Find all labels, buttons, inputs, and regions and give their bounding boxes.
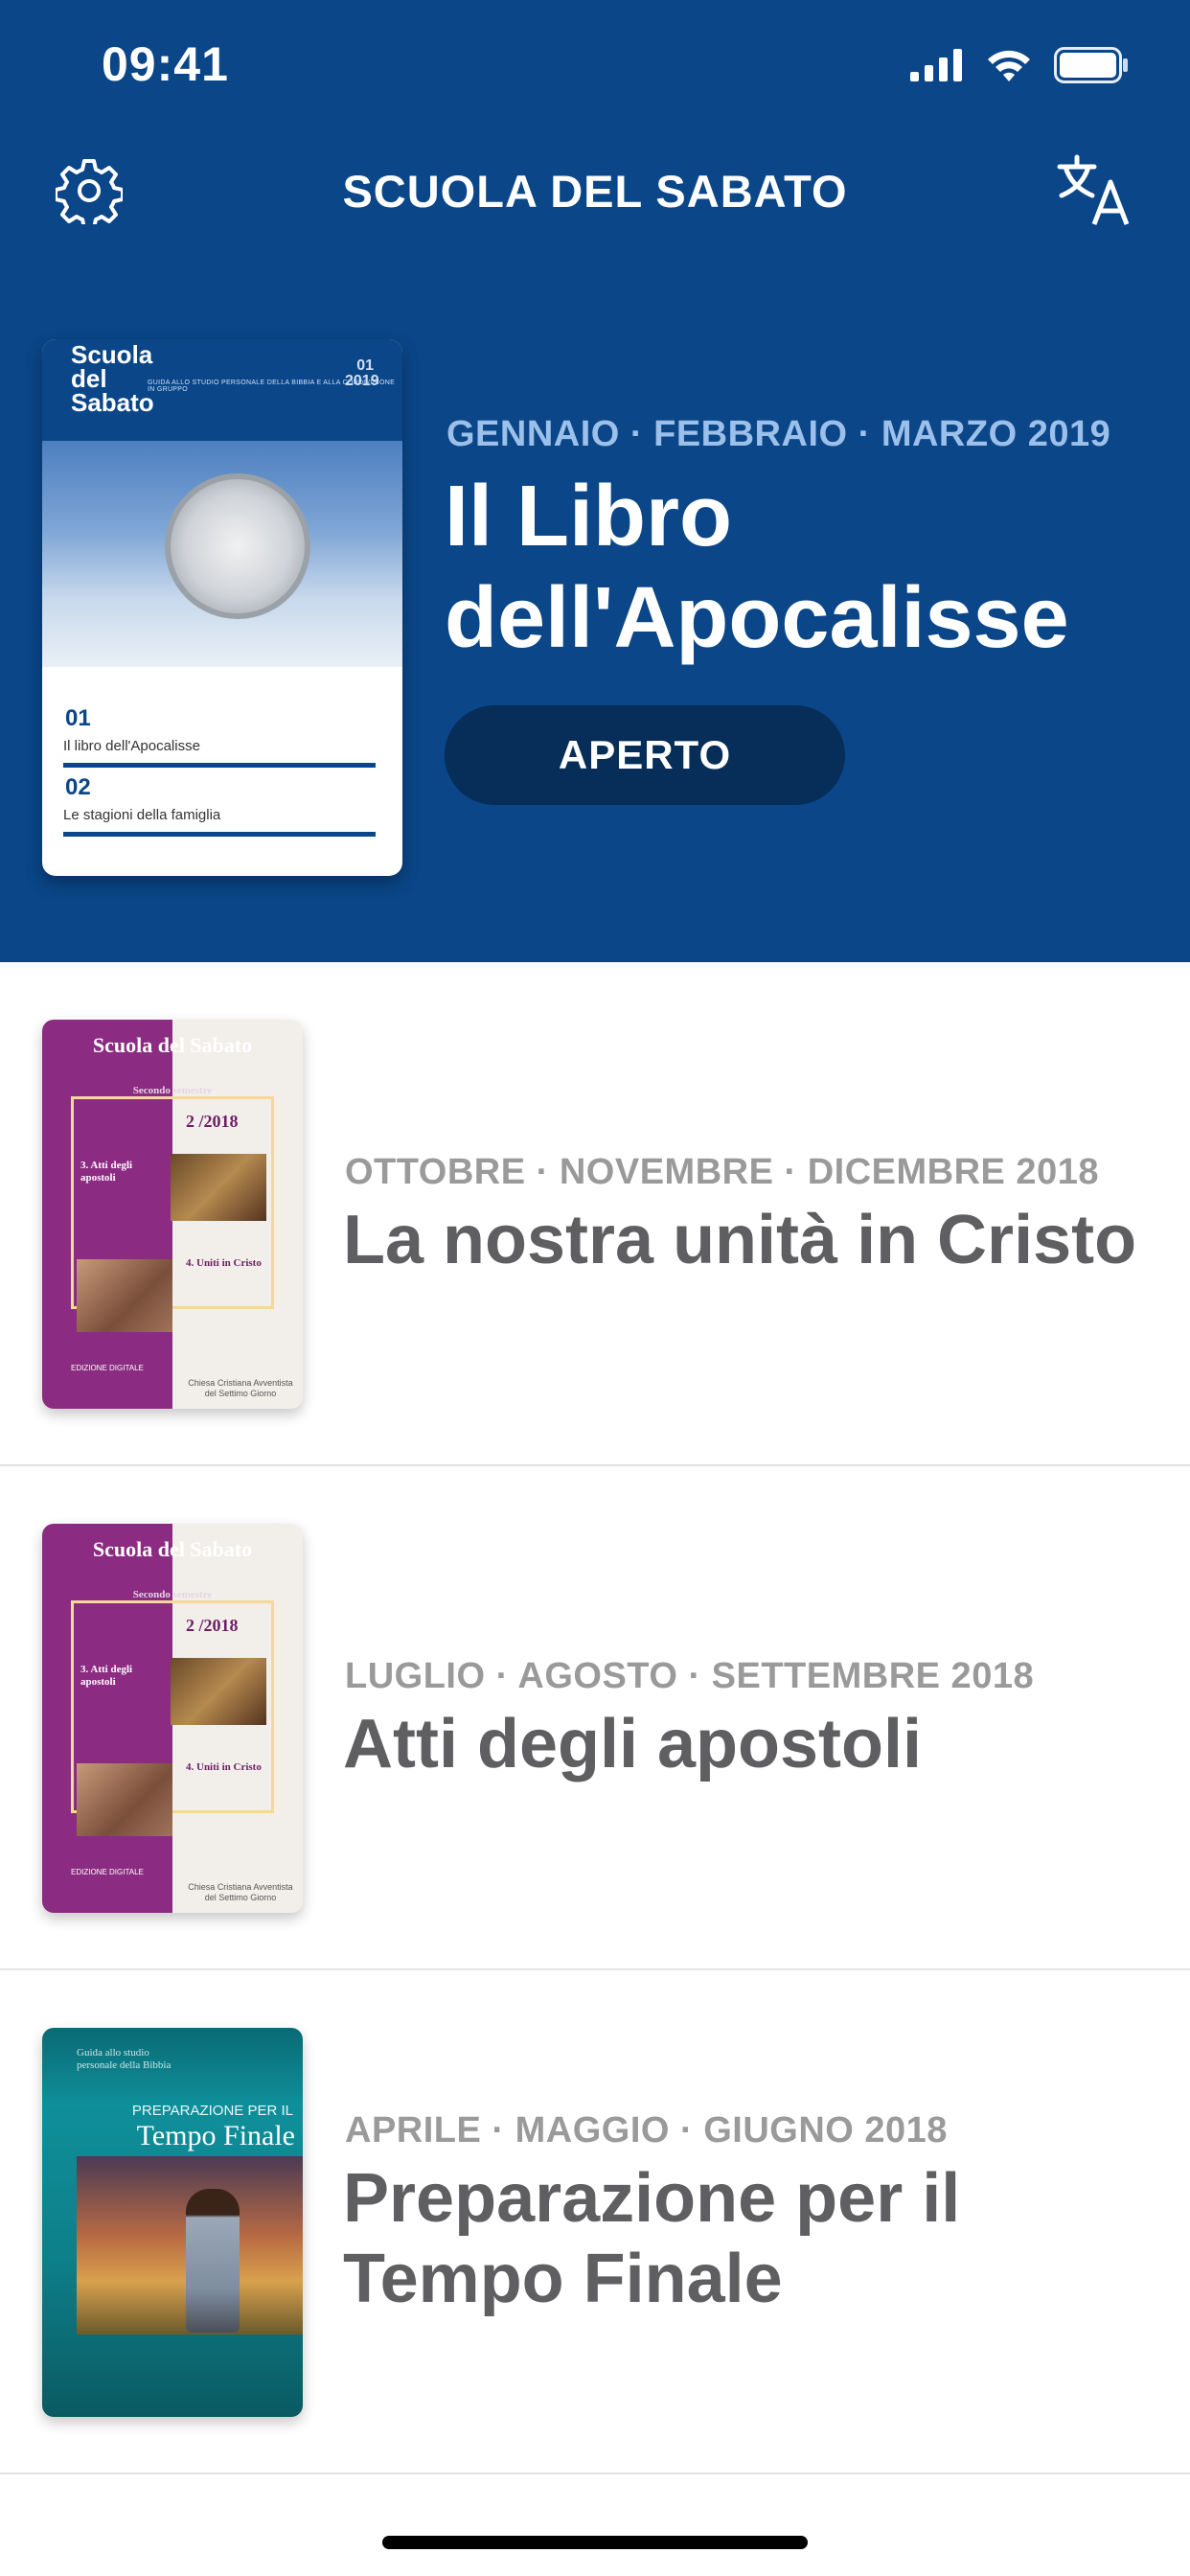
cover-figure [186, 2189, 240, 2333]
cover-footer: EDIZIONE DIGITALE [71, 1364, 144, 1372]
translate-icon[interactable] [1056, 153, 1134, 226]
cover-photo [171, 1658, 266, 1725]
lesson-quarter: LUGLIO · AGOSTO · SETTEMBRE 2018 [345, 1656, 1035, 1696]
home-indicator[interactable] [382, 2536, 808, 2549]
list-item[interactable]: Scuola del Sabato Secondo semestre 2 /20… [0, 1466, 1190, 1970]
cover-item2-num: 02 [65, 774, 91, 800]
featured-section: 09:41 SCUOLA DEL SABATO Scuola del Sabat… [0, 0, 1190, 962]
cover-number: 2 /2018 [186, 1112, 239, 1131]
cover-photo [77, 1259, 172, 1332]
battery-icon [1054, 47, 1128, 83]
status-time: 09:41 [102, 37, 229, 91]
lesson-title: Preparazione per il Tempo Finale [343, 2160, 961, 2317]
cover-divider [63, 763, 376, 768]
cover-year: 01 2019 [345, 357, 379, 389]
cover-photo [171, 1154, 266, 1221]
cover-text: 4. Uniti in Cristo [186, 1761, 262, 1773]
cover-guide: Guida allo studio personale della Bibbia [77, 2047, 172, 2071]
lesson-quarter: OTTOBRE · NOVEMBRE · DICEMBRE 2018 [345, 1152, 1099, 1192]
cover-header: Scuola del Sabato [92, 1537, 253, 1561]
nav-bar: SCUOLA DEL SABATO [0, 144, 1190, 240]
featured-cover-image[interactable]: Scuola del Sabato GUIDA ALLO STUDIO PERS… [42, 339, 402, 876]
page-title: SCUOLA DEL SABATO [342, 166, 848, 217]
cover-number: 2 /2018 [186, 1616, 239, 1635]
cover-line2: Tempo Finale [136, 2120, 295, 2151]
list-item[interactable]: Scuola del Sabato Secondo semestre 2 /20… [0, 962, 1190, 1466]
featured-quarter: GENNAIO · FEBBRAIO · MARZO 2019 [446, 414, 1111, 454]
cover-footer: Chiesa Cristiana Avventista del Settimo … [188, 1378, 293, 1398]
cover-text: 3. Atti degli apostoli [80, 1160, 133, 1184]
cover-text: 4. Uniti in Cristo [186, 1257, 262, 1269]
cover-divider [63, 832, 376, 837]
cover-item2-label: Le stagioni della famiglia [63, 807, 221, 823]
cover-item1-num: 01 [65, 705, 91, 731]
open-button[interactable]: APERTO [445, 705, 845, 805]
lesson-title: La nostra unità in Cristo [343, 1202, 1137, 1278]
cover-text: 3. Atti degli apostoli [80, 1664, 133, 1688]
status-icons [910, 44, 1129, 86]
lesson-title: Atti degli apostoli [343, 1706, 922, 1782]
cover-subheader: Secondo semestre [132, 1589, 213, 1600]
cover-header: Scuola del Sabato [92, 1033, 253, 1057]
cover-photo [77, 1763, 172, 1836]
cover-item1-label: Il libro dell'Apocalisse [63, 738, 200, 754]
cover-line1: PREPARAZIONE PER IL [131, 2103, 293, 2119]
signal-icon [910, 49, 962, 81]
lesson-quarter: APRILE · MAGGIO · GIUGNO 2018 [345, 2110, 948, 2150]
status-bar: 09:41 [0, 0, 1190, 134]
list-item[interactable]: Guida allo studio personale della Bibbia… [0, 1970, 1190, 2474]
cover-footer: EDIZIONE DIGITALE [71, 1868, 144, 1876]
lesson-cover-image: Scuola del Sabato Secondo semestre 2 /20… [42, 1020, 303, 1409]
clock-icon [165, 473, 310, 619]
lesson-cover-image: Scuola del Sabato Secondo semestre 2 /20… [42, 1524, 303, 1913]
lesson-cover-image: Guida allo studio personale della Bibbia… [42, 2028, 303, 2417]
cover-footer: Chiesa Cristiana Avventista del Settimo … [188, 1882, 293, 1902]
wifi-icon [988, 50, 1030, 81]
cover-subheader: Secondo semestre [132, 1085, 213, 1096]
featured-title: Il Libro dell'Apocalisse [445, 469, 1069, 666]
